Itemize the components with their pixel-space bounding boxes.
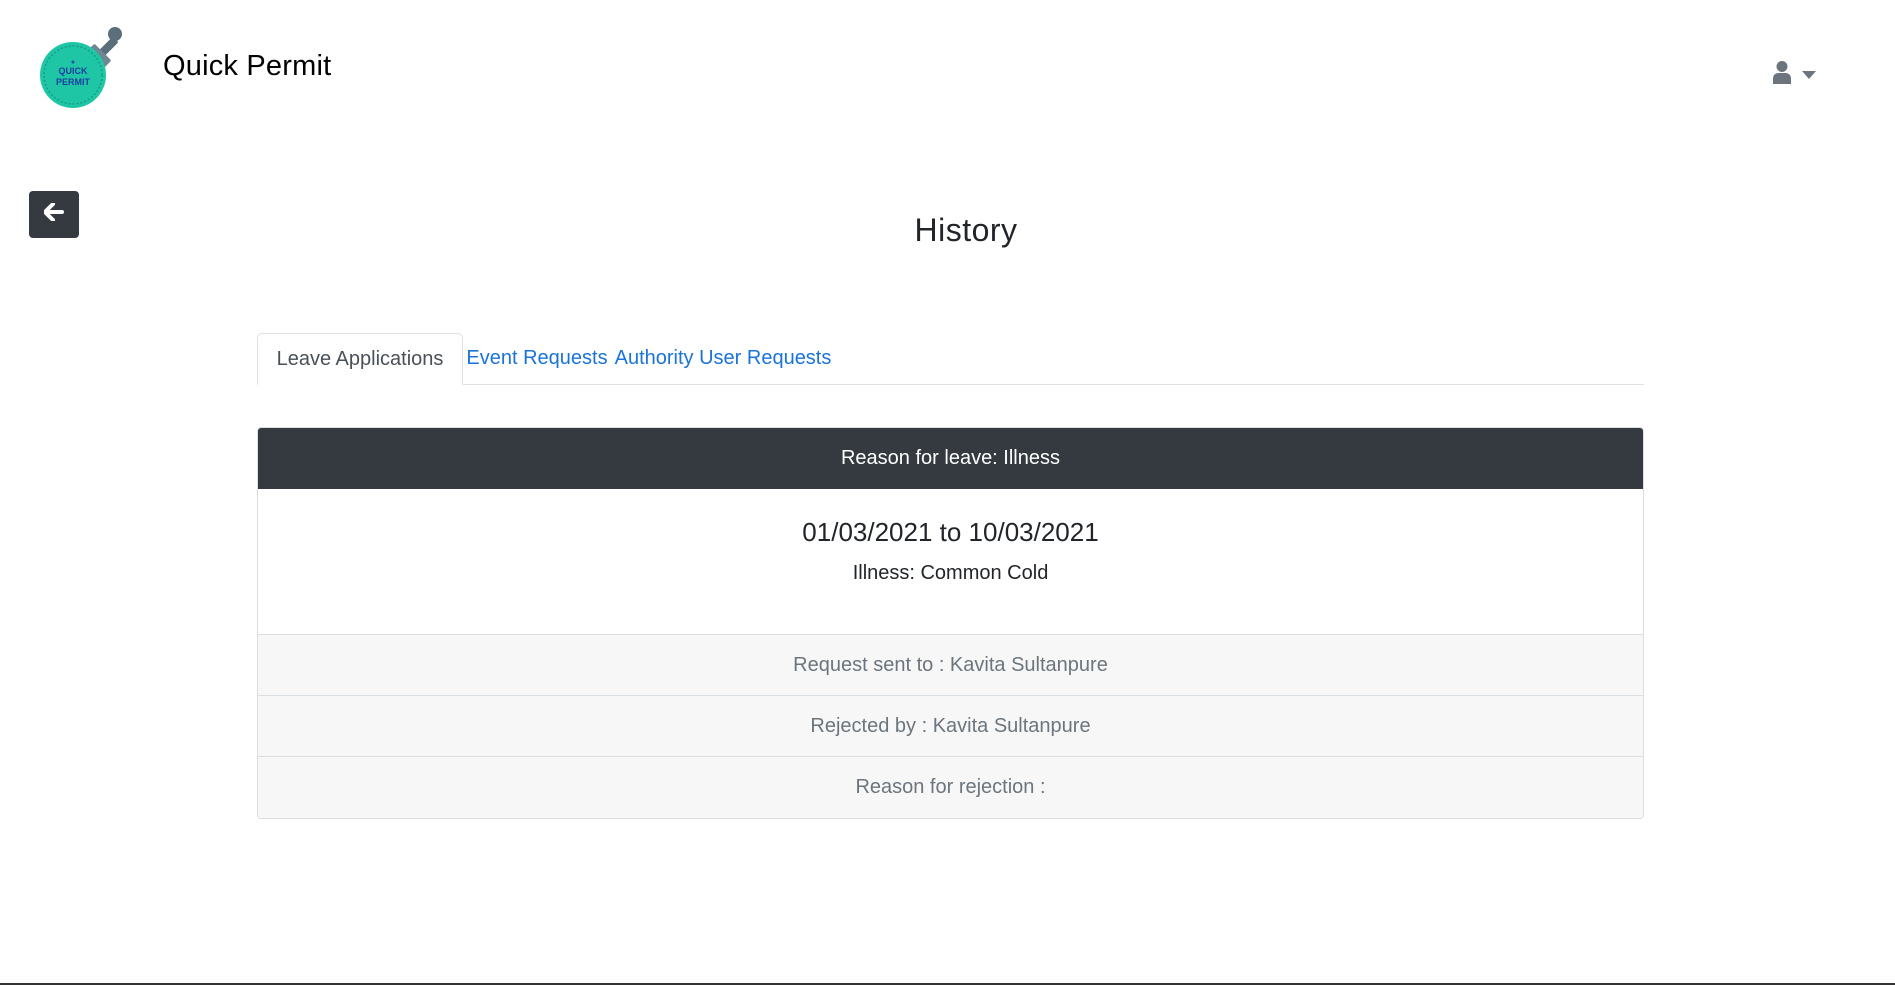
caret-down-icon <box>1802 70 1816 79</box>
leave-application-card: Reason for leave: Illness 01/03/2021 to … <box>257 427 1644 819</box>
quick-permit-logo[interactable]: ★ QUICK PERMIT <box>38 22 130 110</box>
app-title[interactable]: Quick Permit <box>163 50 331 83</box>
rejected-by: Rejected by : Kavita Sultanpure <box>258 696 1643 757</box>
user-icon <box>1772 60 1792 89</box>
reason-for-rejection: Reason for rejection : <box>258 757 1643 818</box>
card-header-reason: Reason for leave: Illness <box>258 428 1643 489</box>
tab-event-requests[interactable]: Event Requests <box>463 333 611 384</box>
user-menu-dropdown[interactable] <box>1772 60 1816 89</box>
page: ★ QUICK PERMIT Quick Permit History Leav… <box>0 0 1895 985</box>
logo-text-quick: QUICK <box>59 66 89 76</box>
history-tabs: Leave Applications Event Requests Author… <box>257 333 1644 385</box>
svg-text:★: ★ <box>70 59 75 66</box>
tab-authority-user-requests[interactable]: Authority User Requests <box>611 333 835 384</box>
page-title-container: History <box>0 212 1895 249</box>
card-body: 01/03/2021 to 10/03/2021 Illness: Common… <box>258 489 1643 635</box>
tab-leave-applications[interactable]: Leave Applications <box>257 333 463 385</box>
logo-text-permit: PERMIT <box>56 77 91 87</box>
request-sent-to: Request sent to : Kavita Sultanpure <box>258 635 1643 696</box>
leave-detail: Illness: Common Cold <box>852 562 1049 584</box>
leave-date-range: 01/03/2021 to 10/03/2021 <box>802 517 1099 547</box>
page-title: History <box>914 212 1018 248</box>
